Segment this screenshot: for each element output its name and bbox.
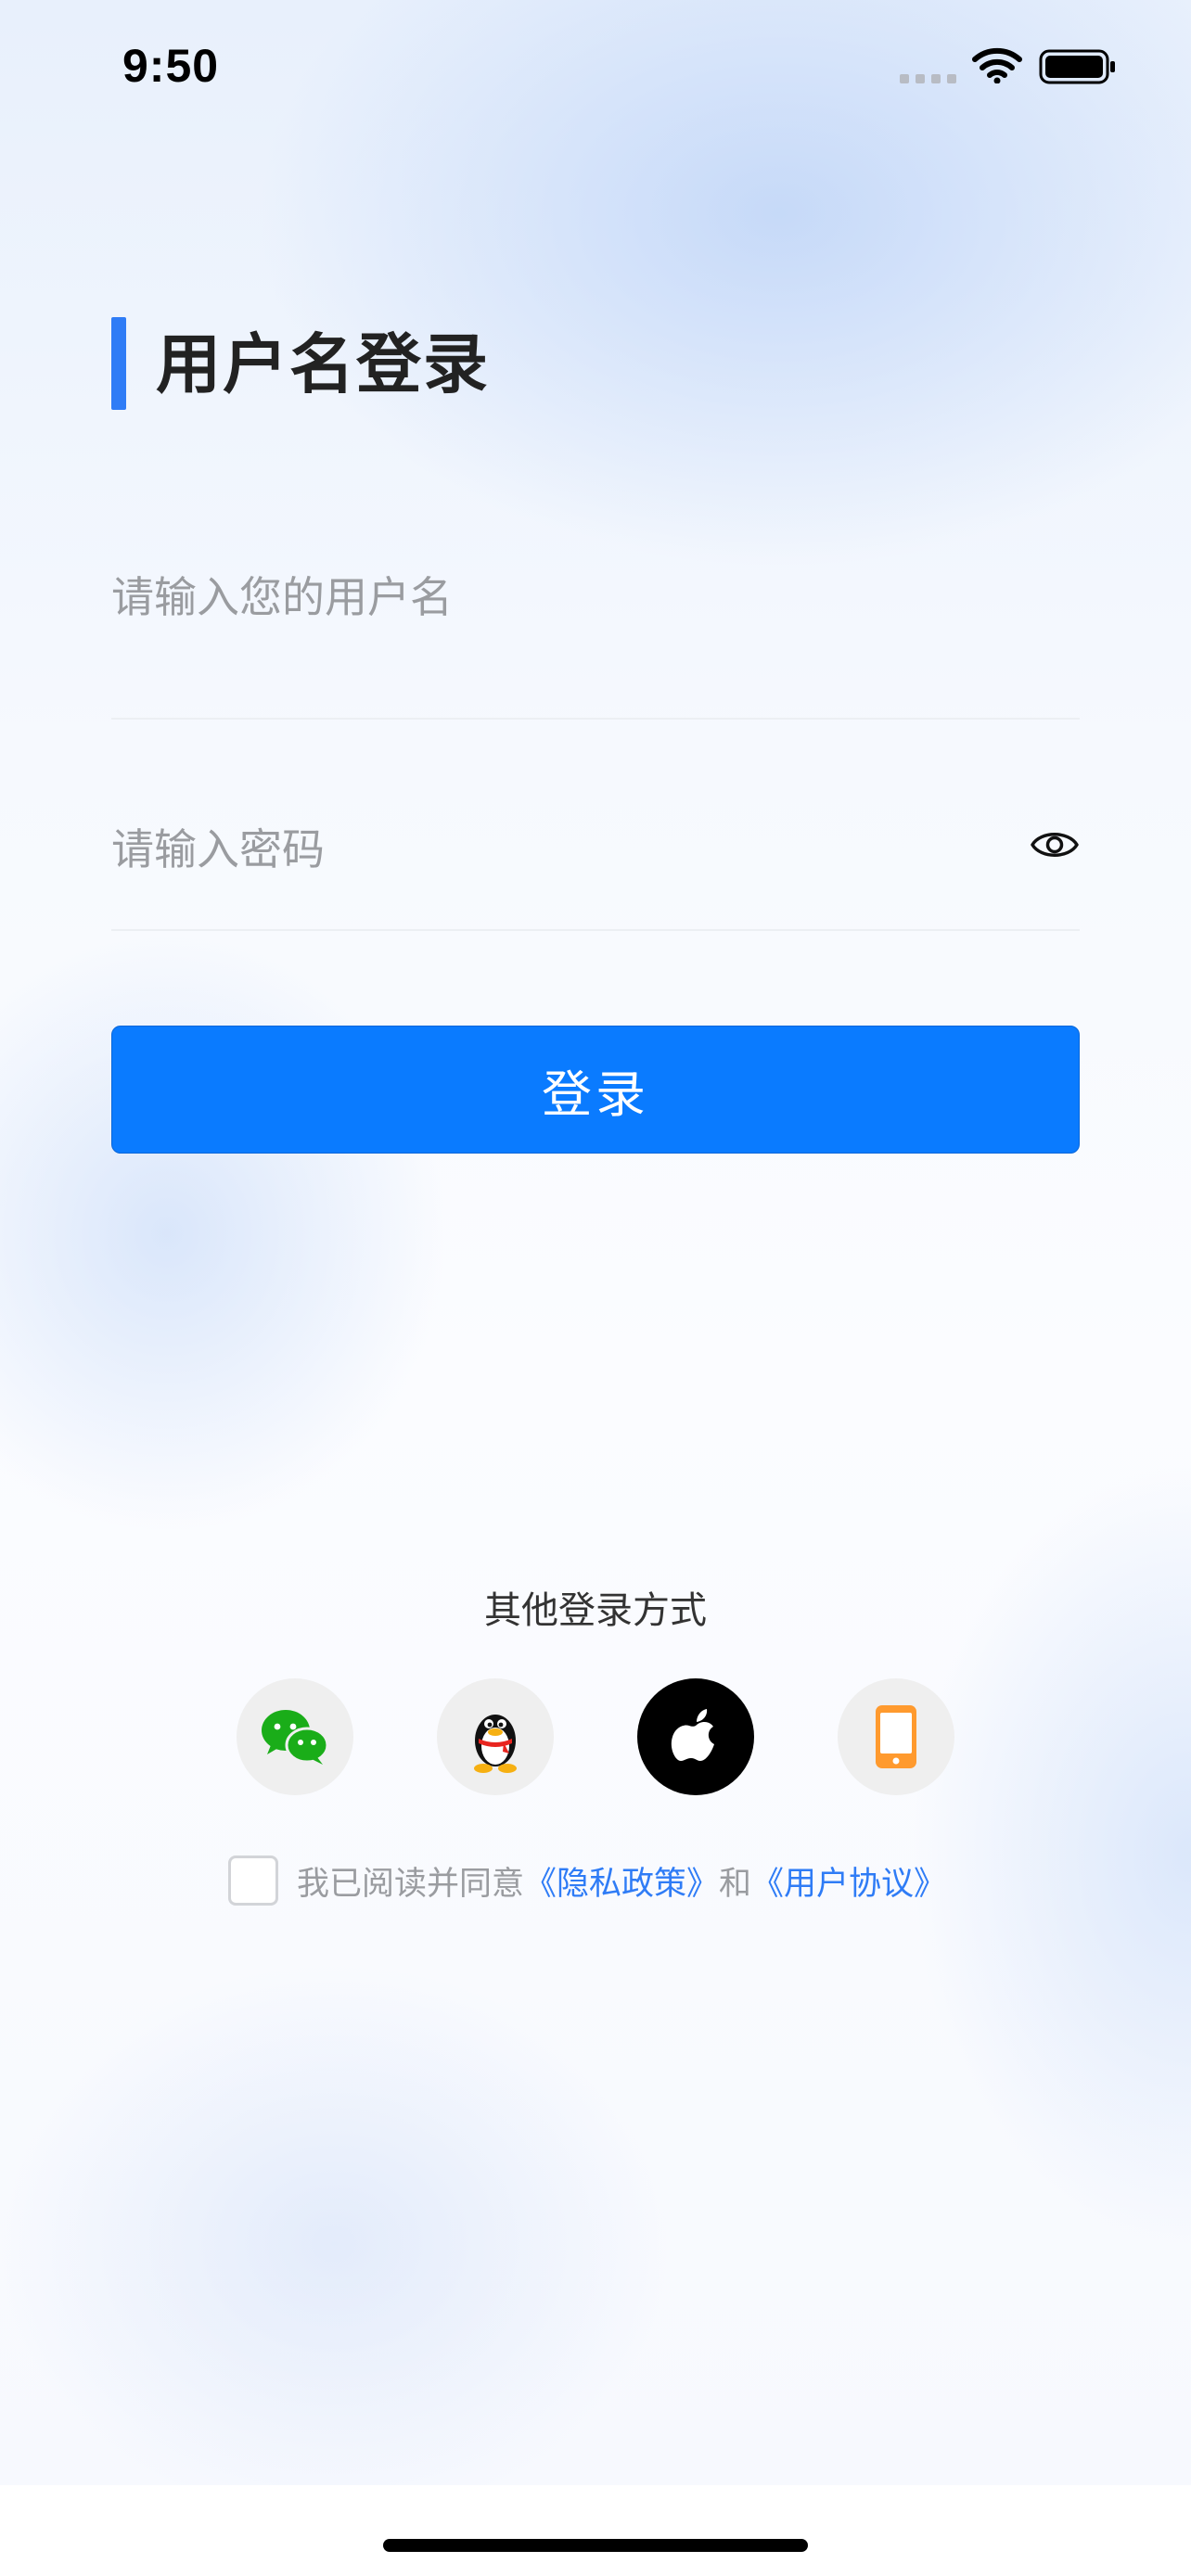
home-indicator-area bbox=[0, 2485, 1191, 2576]
status-time: 9:50 bbox=[122, 40, 220, 92]
apple-icon bbox=[671, 1709, 714, 1761]
page-title: 用户名登录 bbox=[156, 326, 490, 402]
username-field bbox=[111, 519, 1080, 720]
cellular-signal-icon bbox=[900, 74, 956, 83]
qq-icon bbox=[474, 1715, 517, 1773]
qq-login-button[interactable] bbox=[437, 1678, 554, 1795]
agreement-prefix: 我已阅读并同意 bbox=[297, 1865, 525, 1903]
user-agreement-link[interactable]: 《用户协议》 bbox=[751, 1857, 946, 1905]
other-login-title: 其他登录方式 bbox=[484, 1589, 707, 1632]
login-button[interactable]: 登录 bbox=[111, 1026, 1080, 1154]
title-accent-bar bbox=[111, 317, 126, 410]
apple-login-button[interactable] bbox=[637, 1678, 754, 1795]
battery-icon bbox=[1039, 49, 1115, 84]
eye-icon[interactable] bbox=[1030, 820, 1080, 870]
username-input[interactable] bbox=[111, 553, 1039, 642]
phone-icon bbox=[876, 1705, 916, 1768]
password-input[interactable] bbox=[111, 794, 946, 905]
phone-login-button[interactable] bbox=[838, 1678, 954, 1795]
home-indicator[interactable] bbox=[383, 2539, 808, 2552]
agreement-checkbox[interactable] bbox=[228, 1855, 278, 1906]
agreement-row: 我已阅读并同意 《隐私政策》 和 《用户协议》 bbox=[228, 1855, 946, 1906]
password-field bbox=[111, 794, 1080, 931]
wechat-login-button[interactable] bbox=[237, 1678, 353, 1795]
agreement-conjunction: 和 bbox=[719, 1865, 752, 1903]
wifi-icon bbox=[972, 47, 1022, 83]
privacy-policy-link[interactable]: 《隐私政策》 bbox=[524, 1857, 719, 1905]
wechat-icon bbox=[262, 1710, 329, 1765]
